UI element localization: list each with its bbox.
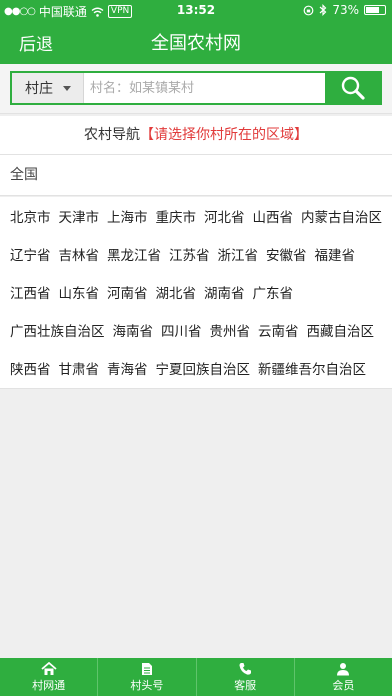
tab-label: 会员	[332, 678, 355, 692]
province-item[interactable]: 贵州省	[210, 320, 251, 340]
province-item[interactable]: 陕西省	[10, 358, 51, 378]
province-item[interactable]: 黑龙江省	[107, 244, 161, 264]
province-item[interactable]: 湖南省	[204, 282, 245, 302]
province-item[interactable]: 西藏自治区	[307, 320, 375, 340]
province-item[interactable]: 江西省	[10, 282, 51, 302]
province-item[interactable]: 江苏省	[169, 244, 210, 264]
tab-customer-service[interactable]: 客服	[197, 658, 295, 696]
province-item[interactable]: 湖北省	[156, 282, 197, 302]
province-item[interactable]: 福建省	[315, 244, 356, 264]
province-item[interactable]: 青海省	[107, 358, 148, 378]
tab-cuntouhao[interactable]: 村头号	[98, 658, 197, 696]
search-button[interactable]	[325, 73, 380, 103]
orientation-lock-icon	[303, 5, 314, 15]
province-item[interactable]: 山东省	[59, 282, 100, 302]
search-input[interactable]	[84, 73, 325, 103]
province-item[interactable]: 广东省	[253, 282, 294, 302]
province-item[interactable]: 广西壮族自治区	[10, 320, 105, 340]
province-row: 江西省 山东省 河南省 湖北省 湖南省 广东省	[10, 273, 382, 311]
province-item[interactable]: 海南省	[113, 320, 154, 340]
province-item[interactable]: 辽宁省	[10, 244, 51, 264]
phone-icon	[239, 662, 252, 675]
all-regions-item[interactable]: 全国	[0, 154, 392, 196]
province-item[interactable]: 天津市	[59, 206, 100, 226]
search-type-select[interactable]: 村庄	[12, 73, 84, 103]
province-row: 辽宁省 吉林省 黑龙江省 江苏省 浙江省 安徽省 福建省	[10, 235, 382, 273]
province-item[interactable]: 安徽省	[266, 244, 307, 264]
battery-icon	[364, 5, 386, 15]
province-row: 陕西省 甘肃省 青海省 宁夏回族自治区 新疆维吾尔自治区	[10, 349, 382, 387]
province-item[interactable]: 内蒙古自治区	[301, 206, 382, 226]
region-nav-label: 农村导航	[84, 127, 140, 143]
caret-down-icon	[63, 85, 71, 91]
home-icon	[41, 661, 57, 675]
search-box: 村庄	[10, 71, 382, 105]
province-item[interactable]: 河南省	[107, 282, 148, 302]
province-item[interactable]: 宁夏回族自治区	[156, 358, 251, 378]
page-title: 全国农村网	[151, 33, 241, 54]
province-item[interactable]: 吉林省	[59, 244, 100, 264]
province-item[interactable]: 重庆市	[156, 206, 197, 226]
search-area: 村庄	[0, 64, 392, 114]
province-list: 北京市 天津市 上海市 重庆市 河北省 山西省 内蒙古自治区 辽宁省 吉林省 黑龙江省 江苏省 浙江省…	[0, 197, 392, 389]
navbar: 后退 全国农村网	[0, 20, 392, 64]
tab-cunwangtong[interactable]: 村网通	[0, 658, 99, 696]
search-type-label: 村庄	[25, 81, 53, 97]
province-item[interactable]: 河北省	[204, 206, 245, 226]
province-item[interactable]: 新疆维吾尔自治区	[258, 358, 366, 378]
search-icon	[341, 76, 365, 100]
province-item[interactable]: 甘肃省	[59, 358, 100, 378]
region-nav-hint: 【请选择你村所在的区域】	[140, 127, 308, 143]
status-bar: ●●○○ 中国联通 VPN 13:52 73%	[0, 0, 392, 20]
province-item[interactable]: 浙江省	[218, 244, 259, 264]
user-icon	[337, 662, 350, 675]
tab-label: 村头号	[130, 678, 164, 692]
tab-member[interactable]: 会员	[295, 658, 392, 696]
tab-label: 村网通	[32, 678, 66, 692]
province-item[interactable]: 上海市	[107, 206, 148, 226]
bluetooth-icon	[319, 4, 327, 16]
tab-label: 客服	[234, 678, 257, 692]
battery-fill	[366, 7, 380, 13]
province-row: 北京市 天津市 上海市 重庆市 河北省 山西省 内蒙古自治区	[10, 197, 382, 235]
region-nav: 农村导航【请选择你村所在的区域】	[0, 116, 392, 154]
province-item[interactable]: 云南省	[258, 320, 299, 340]
province-item[interactable]: 北京市	[10, 206, 51, 226]
battery-percent: 73%	[332, 3, 359, 17]
document-icon	[141, 662, 152, 675]
province-row: 广西壮族自治区 海南省 四川省 贵州省 云南省 西藏自治区	[10, 311, 382, 349]
province-item[interactable]: 山西省	[253, 206, 294, 226]
tab-bar: 村网通 村头号 客服 会员	[0, 658, 392, 696]
province-item[interactable]: 四川省	[161, 320, 202, 340]
